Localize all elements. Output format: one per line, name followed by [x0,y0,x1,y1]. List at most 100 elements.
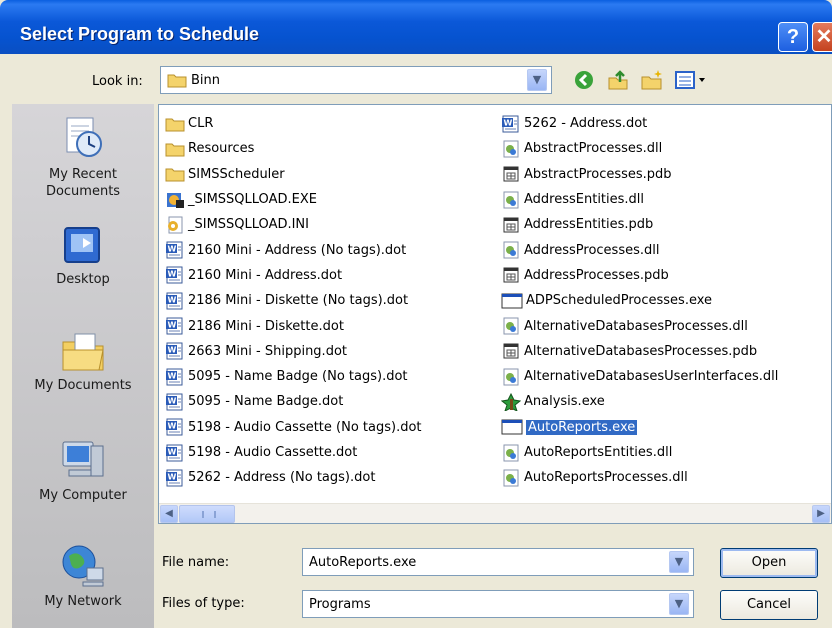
file-item-label: AlternativeDatabasesProcesses.pdb [524,343,758,359]
file-item[interactable]: W 5198 - Audio Cassette (No tags).dot [165,415,422,440]
dll-file-icon [503,368,519,386]
close-button[interactable]: ✕ [812,22,832,52]
file-item[interactable]: W 2160 Mini - Address.dot [165,263,422,288]
file-item-label: AddressProcesses.dll [524,242,660,258]
pdb-file-icon [503,217,519,233]
file-item[interactable]: W 5095 - Name Badge (No tags).dot [165,364,422,389]
file-item[interactable]: AddressEntities.pdb [501,212,778,237]
file-item[interactable]: AddressEntities.dll [501,187,778,212]
file-item[interactable]: AddressProcesses.dll [501,237,778,262]
word-template-icon: W [166,317,183,335]
word-template-icon: W [166,266,183,284]
file-name-value: AutoReports.exe [309,555,417,570]
file-item-label: Analysis.exe [524,394,605,410]
place-label: Desktop [56,272,110,287]
file-item-label: AlternativeDatabasesProcesses.dll [524,318,748,334]
file-item-label: 5198 - Audio Cassette.dot [188,445,358,460]
word-template-icon: W [166,368,183,386]
folder-icon [167,74,187,88]
svg-text:W: W [168,346,177,355]
file-item[interactable]: W 2186 Mini - Diskette.dot [165,313,422,338]
file-item[interactable]: AlternativeDatabasesProcesses.dll [501,313,778,338]
scroll-right-icon[interactable]: ▶ [812,505,830,523]
dll-file-icon [503,317,519,335]
place-my-computer[interactable]: My Computer [12,436,154,503]
folder-item[interactable]: CLR [165,111,422,136]
file-item[interactable]: AbstractProcesses.pdb [501,162,778,187]
file-item[interactable]: _SIMSSQLLOAD.EXE [165,187,422,212]
folder-item[interactable]: Resources [165,136,422,161]
file-item-label: 5095 - Name Badge.dot [188,394,344,410]
file-name-label: File name: [162,555,230,570]
file-column-1: CLR Resources SIMSScheduler _SIMSSQLLOAD.EX… [165,111,422,490]
file-item-label: AutoReportsProcesses.dll [524,470,688,486]
place-my-recent-documents[interactable]: My Recent Documents [12,114,154,200]
places-bar: My Recent Documents Desktop My Documents… [12,104,154,628]
file-item[interactable]: W 5095 - Name Badge.dot [165,389,422,414]
file-item[interactable]: W 5262 - Address.dot [501,111,778,136]
place-my-documents[interactable]: My Documents [12,330,154,393]
look-in-dropdown[interactable]: Binn ▼ [160,66,552,94]
file-list[interactable]: CLR Resources SIMSScheduler _SIMSSQLLOAD.EX… [158,104,832,524]
file-item[interactable]: W 2663 Mini - Shipping.dot [165,339,422,364]
file-item[interactable]: W 5198 - Audio Cassette.dot [165,440,422,465]
desktop-icon [64,227,100,263]
my-documents-icon [62,333,104,371]
pdb-file-icon [503,166,519,182]
svg-text:W: W [168,472,177,481]
file-item-label: 5262 - Address (No tags).dot [188,470,376,486]
dll-file-icon [503,191,519,209]
place-desktop[interactable]: Desktop [12,224,154,287]
scroll-left-icon[interactable]: ◀ [160,505,178,523]
file-item[interactable]: W 2160 Mini - Address (No tags).dot [165,237,422,262]
file-item[interactable]: W 2186 Mini - Diskette (No tags).dot [165,288,422,313]
file-item[interactable]: AbstractProcesses.dll [501,136,778,161]
dll-file-icon [503,444,519,461]
chevron-down-icon[interactable]: ▼ [669,551,689,573]
file-item-label: 2160 Mini - Address (No tags).dot [188,242,407,258]
word-template-icon: W [166,393,183,411]
file-item[interactable]: Analysis.exe [501,389,778,414]
back-icon[interactable] [572,68,596,92]
word-template-icon: W [166,418,183,436]
file-item[interactable]: AutoReportsProcesses.dll [501,465,778,490]
file-item[interactable]: AddressProcesses.pdb [501,263,778,288]
file-item-label: SIMSScheduler [188,166,285,182]
folder-icon [165,143,185,157]
file-item-label: AddressEntities.dll [524,192,645,208]
new-folder-icon[interactable] [640,68,664,92]
svg-text:W: W [168,295,177,304]
file-item-label: AutoReports.exe [526,419,638,435]
file-item-label: AddressProcesses.pdb [524,267,669,283]
file-column-2: W 5262 - Address.dot AbstractProcesses.dll… [501,111,778,490]
file-type-dropdown[interactable]: Programs ▼ [302,590,694,618]
word-template-icon: W [166,469,183,487]
file-item[interactable]: W 5262 - Address (No tags).dot [165,465,422,490]
file-name-field[interactable]: AutoReports.exe ▼ [302,548,694,576]
folder-item[interactable]: SIMSScheduler [165,162,422,187]
cancel-button[interactable]: Cancel [720,590,818,620]
word-template-icon: W [502,115,519,133]
file-item-label: 2160 Mini - Address.dot [188,267,343,283]
file-type-label: Files of type: [162,596,245,611]
view-menu-icon[interactable] [674,68,708,92]
place-my-network[interactable]: My Network [12,542,154,609]
recent-documents-icon [66,117,102,157]
file-item[interactable]: AutoReportsEntities.dll [501,440,778,465]
file-item[interactable]: AutoReports.exe [501,415,778,440]
up-folder-icon[interactable] [606,68,630,92]
folder-icon [165,118,185,132]
file-item[interactable]: AlternativeDatabasesProcesses.pdb [501,339,778,364]
open-button[interactable]: Open [720,548,818,578]
chevron-down-icon[interactable]: ▼ [669,593,689,615]
file-item[interactable]: _SIMSSQLLOAD.INI [165,212,422,237]
chevron-down-icon[interactable]: ▼ [527,69,547,91]
file-item[interactable]: ADPScheduledProcesses.exe [501,288,778,313]
scrollbar-thumb[interactable] [179,505,235,523]
file-item[interactable]: AlternativeDatabasesUserInterfaces.dll [501,364,778,389]
analysis-app-icon [501,392,521,411]
help-button[interactable]: ? [778,22,808,52]
horizontal-scrollbar[interactable]: ◀ ▶ [159,503,831,523]
svg-text:W: W [168,245,177,254]
title-bar[interactable]: Select Program to Schedule ? ✕ [0,0,832,54]
